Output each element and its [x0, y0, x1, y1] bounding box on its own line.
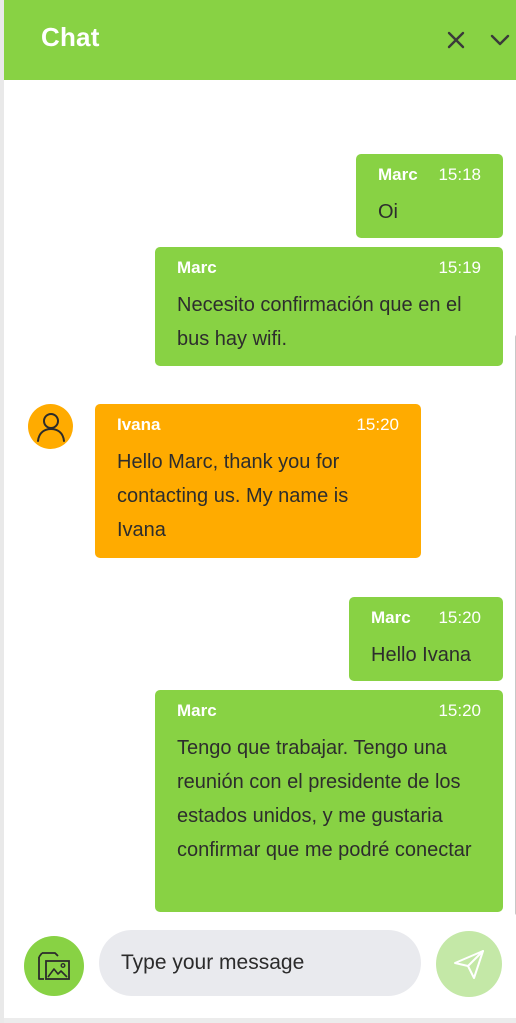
- message-author: Marc: [177, 258, 217, 277]
- message-author: Marc: [371, 608, 411, 627]
- message-meta: Ivana 15:20: [117, 414, 399, 436]
- close-icon: [447, 31, 465, 49]
- message-bubble-outgoing: Marc 15:20 Hello Ivana: [349, 597, 503, 681]
- chat-title: Chat: [41, 22, 100, 52]
- user-icon: [36, 412, 65, 442]
- message-time: 15:18: [438, 165, 481, 184]
- message-text: Tengo que trabajar. Tengo una reunión co…: [177, 737, 472, 861]
- message-bubble-outgoing: Marc 15:18 Oi: [356, 154, 503, 238]
- send-button[interactable]: [436, 931, 502, 997]
- message-meta: Marc 15:20: [371, 607, 481, 629]
- message-author: Marc: [177, 701, 217, 720]
- bottom-divider: [4, 1018, 516, 1023]
- close-button[interactable]: [440, 24, 472, 56]
- message-time: 15:19: [438, 258, 481, 277]
- message-text: Hello Marc, thank you for contacting us.…: [117, 451, 349, 541]
- message-text: Oi: [378, 201, 398, 223]
- image-attach-icon: [38, 952, 70, 980]
- message-time: 15:20: [356, 415, 399, 434]
- message-input[interactable]: [99, 930, 421, 996]
- message-text: Necesito confirmación que en el bus hay …: [177, 294, 462, 350]
- send-icon: [454, 950, 484, 979]
- message-meta: Marc 15:19: [177, 257, 481, 279]
- chat-window: Chat Marc 15:18 Oi Marc 15:19 Necesito c…: [0, 0, 516, 1023]
- message-bubble-incoming: Ivana 15:20 Hello Marc, thank you for co…: [95, 404, 421, 558]
- attach-image-button[interactable]: [24, 936, 84, 996]
- message-bubble-outgoing: Marc 15:20 Tengo que trabajar. Tengo una…: [155, 690, 503, 912]
- message-author: Ivana: [117, 415, 161, 434]
- message-bubble-outgoing: Marc 15:19 Necesito confirmación que en …: [155, 247, 503, 366]
- chevron-down-icon: [490, 34, 510, 46]
- agent-avatar: [28, 404, 73, 449]
- collapse-button[interactable]: [484, 24, 516, 56]
- message-meta: Marc 15:18: [378, 164, 481, 186]
- message-time: 15:20: [438, 608, 481, 627]
- chat-header: Chat: [4, 0, 516, 80]
- message-text: Hello Ivana: [371, 644, 472, 666]
- message-time: 15:20: [438, 701, 481, 720]
- message-author: Marc: [378, 165, 418, 184]
- message-meta: Marc 15:20: [177, 700, 481, 722]
